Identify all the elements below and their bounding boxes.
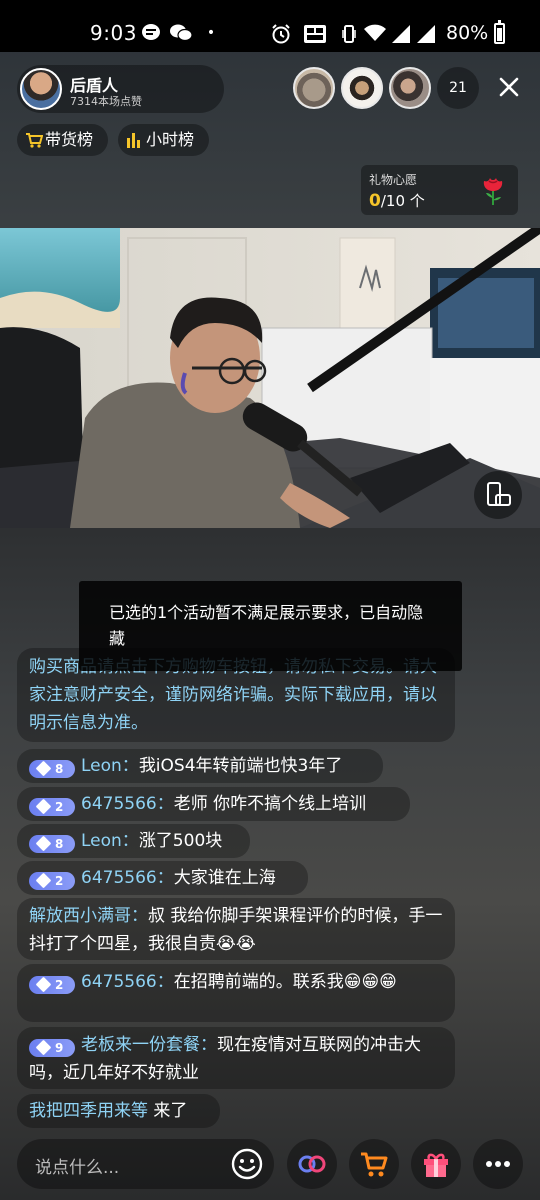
chat-message[interactable]: 8 Leon：我iOS4年转前端也快3年了	[17, 749, 383, 783]
signal-5g-icon	[391, 24, 411, 43]
gift-wish-current: 0	[369, 191, 381, 211]
gift-icon	[424, 1153, 448, 1177]
viewer-avatar-2[interactable]	[341, 67, 383, 109]
gift-wish-total: /10 个	[380, 192, 425, 210]
video-frame	[0, 228, 540, 528]
viewer-avatar-3[interactable]	[389, 67, 431, 109]
host-avatar[interactable]	[20, 68, 62, 110]
chat-username[interactable]: 6475566：	[81, 794, 174, 814]
chat-message[interactable]: 2 6475566：老师 你咋不搞个线上培训	[17, 787, 410, 821]
chat-message[interactable]: 2 6475566：在招聘前端的。联系我😁😁😁	[17, 964, 455, 1022]
level-badge: 8	[29, 760, 75, 778]
rose-icon	[475, 171, 511, 207]
gift-wish-card[interactable]: 礼物心愿 0/10 个	[361, 165, 518, 215]
volte-icon	[303, 24, 327, 43]
chat-message[interactable]: 8 Leon：涨了500块	[17, 824, 250, 858]
viewer-avatar-1[interactable]	[293, 67, 335, 109]
gift-button[interactable]	[411, 1139, 461, 1189]
level-badge: 2	[29, 872, 75, 890]
chat-text: 我iOS4年转前端也快3年了	[138, 756, 343, 776]
comment-input[interactable]: 说点什么...	[17, 1139, 274, 1189]
link-button[interactable]	[287, 1139, 337, 1189]
chat-username[interactable]: 解放西小满哥：	[29, 906, 148, 926]
more-button[interactable]	[473, 1139, 523, 1189]
chat-text: 老师 你咋不搞个线上培训	[173, 794, 367, 814]
comment-placeholder: 说点什么...	[35, 1158, 120, 1178]
close-button[interactable]	[494, 72, 524, 102]
level-badge: 9	[29, 1039, 75, 1057]
bar-chart-icon	[126, 124, 142, 159]
gift-wish-progress: 0/10 个	[369, 190, 425, 211]
chat-text: 来了	[148, 1101, 188, 1121]
host-info[interactable]: 后盾人 7314本场点赞	[17, 65, 224, 113]
message-icon	[141, 24, 161, 42]
cart-icon	[25, 124, 44, 160]
level-badge: 2	[29, 976, 75, 994]
more-icon	[486, 1161, 510, 1167]
emoji-button[interactable]	[230, 1147, 264, 1181]
close-icon	[499, 77, 519, 97]
alarm-icon	[271, 24, 291, 44]
level-badge: 2	[29, 798, 75, 816]
hourly-rank-label: 小时榜	[146, 130, 195, 149]
chat-message[interactable]: 2 6475566：大家谁在上海	[17, 861, 308, 895]
wechat-icon	[170, 24, 193, 42]
chat-username[interactable]: Leon：	[81, 831, 139, 851]
signal-4g-icon	[416, 24, 436, 43]
vibrate-icon	[339, 24, 359, 43]
link-icon	[298, 1155, 326, 1173]
chat-username[interactable]: Leon：	[81, 756, 139, 776]
chat-message[interactable]: 解放西小满哥：叔 我给你脚手架课程评价的时候，手一抖打了个四星，我很自责😭😭	[17, 898, 455, 960]
viewer-count[interactable]: 21	[437, 67, 479, 109]
wifi-icon	[364, 24, 386, 42]
live-video[interactable]	[0, 228, 540, 528]
shopping-cart-icon	[361, 1152, 388, 1177]
chat-text: 大家谁在上海	[173, 868, 276, 888]
toast-message: 已选的1个活动暂不满足展示要求，已自动隐藏	[79, 581, 462, 671]
chat-text: 涨了500块	[138, 831, 223, 851]
smiley-icon	[231, 1148, 263, 1180]
gift-wish-title: 礼物心愿	[369, 173, 418, 187]
battery-icon	[494, 20, 505, 44]
chat-text: 在招聘前端的。联系我😁😁😁	[173, 972, 397, 992]
dot-icon: •	[206, 25, 216, 41]
chat-username[interactable]: 老板来一份套餐：	[81, 1035, 217, 1055]
chat-username[interactable]: 我把四季用来等	[29, 1101, 148, 1121]
status-time: 9:03	[90, 21, 137, 45]
host-likes: 7314本场点赞	[70, 95, 142, 108]
rotate-icon	[487, 482, 511, 506]
sales-rank-label: 带货榜	[45, 130, 94, 149]
rotate-screen-button[interactable]	[474, 471, 522, 519]
sales-rank-button[interactable]: 带货榜	[17, 124, 108, 156]
hourly-rank-button[interactable]: 小时榜	[118, 124, 209, 156]
status-bar: 9:03 • 80%	[0, 0, 540, 52]
chat-join-notice[interactable]: 我把四季用来等 来了	[17, 1094, 220, 1128]
level-badge: 8	[29, 835, 75, 853]
shopping-cart-button[interactable]	[349, 1139, 399, 1189]
chat-message[interactable]: 9 老板来一份套餐：现在疫情对互联网的冲击大吗，近几年好不好就业	[17, 1027, 455, 1089]
battery-percent: 80%	[446, 22, 489, 44]
chat-username[interactable]: 6475566：	[81, 972, 174, 992]
chat-username[interactable]: 6475566：	[81, 868, 174, 888]
